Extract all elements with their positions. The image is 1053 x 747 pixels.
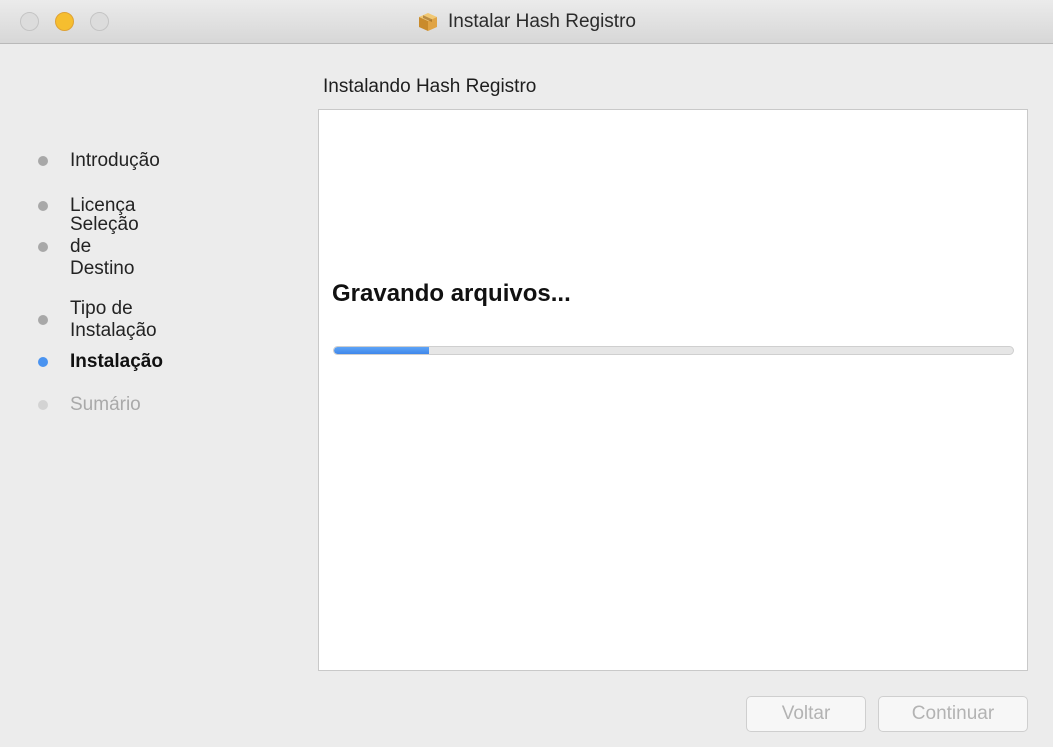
step-dot-icon [38, 400, 48, 410]
step-installation: Instalação [38, 348, 163, 376]
step-dot-icon [38, 156, 48, 166]
step-label: Tipo de Instalação [70, 298, 157, 341]
step-summary: Sumário [38, 391, 141, 419]
package-icon [417, 11, 439, 33]
step-label: Instalação [70, 351, 163, 372]
installation-panel: Gravando arquivos... [318, 109, 1028, 671]
step-installation-type: Tipo de Instalação [38, 298, 157, 341]
install-progress-bar [333, 346, 1014, 355]
step-dot-icon [38, 201, 48, 211]
installer-window: Instalar Hash Registro Instalando Hash R… [0, 0, 1053, 747]
panel-heading: Instalando Hash Registro [323, 76, 537, 97]
continue-button[interactable]: Continuar [878, 696, 1028, 732]
step-label: Seleção de Destino [70, 214, 139, 279]
step-label: Introdução [70, 150, 160, 171]
step-destination-selection: Seleção de Destino [38, 214, 139, 279]
back-button[interactable]: Voltar [746, 696, 866, 732]
step-introduction: Introdução [38, 147, 160, 175]
step-dot-icon [38, 357, 48, 367]
title-bar[interactable]: Instalar Hash Registro [0, 0, 1053, 44]
step-dot-icon [38, 242, 48, 252]
window-title: Instalar Hash Registro [448, 11, 636, 32]
step-dot-icon [38, 315, 48, 325]
window-title-group: Instalar Hash Registro [0, 0, 1053, 44]
progress-bar-fill [334, 347, 430, 354]
step-label: Sumário [70, 394, 141, 415]
install-status-text: Gravando arquivos... [332, 280, 571, 307]
